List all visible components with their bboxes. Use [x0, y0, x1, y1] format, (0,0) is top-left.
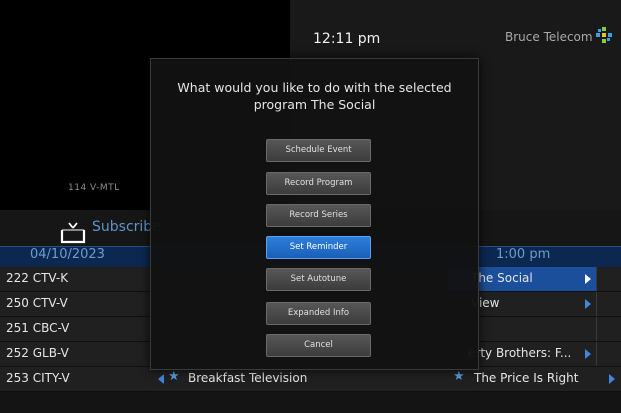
- program-title: erty Brothers: F...: [468, 346, 572, 360]
- chevron-right-icon[interactable]: [609, 374, 615, 384]
- clock: 12:11 pm: [313, 31, 381, 47]
- channel-label: 252 GLB-V: [6, 346, 69, 360]
- program-title: Breakfast Television: [188, 371, 308, 385]
- brand-name: Bruce Telecom: [505, 30, 593, 44]
- guide-date: 04/10/2023: [30, 247, 105, 262]
- divider: [596, 342, 597, 366]
- set-autotune-button[interactable]: Set Autotune: [266, 268, 371, 291]
- chevron-right-icon: [585, 299, 591, 309]
- program-title: The Social: [471, 271, 533, 285]
- cancel-button[interactable]: Cancel: [266, 334, 371, 357]
- star-icon: ★: [453, 369, 465, 384]
- chevron-left-icon[interactable]: [158, 374, 164, 384]
- dialog-title: What would you like to do with the selec…: [177, 80, 452, 112]
- tv-icon: [60, 222, 86, 244]
- guide-time-slot: 1:00 pm: [496, 247, 551, 262]
- brand-logo-icon: [596, 27, 612, 43]
- divider: [596, 317, 597, 341]
- channel-label: 250 CTV-V: [6, 296, 68, 310]
- set-reminder-button[interactable]: Set Reminder: [266, 236, 371, 259]
- program-title: The Price Is Right: [474, 371, 579, 385]
- channel-label: 251 CBC-V: [6, 321, 70, 335]
- expanded-info-button[interactable]: Expanded Info: [266, 302, 371, 325]
- divider: [596, 267, 597, 291]
- star-icon: ★: [168, 369, 180, 384]
- chevron-right-icon: [585, 349, 591, 359]
- channel-info: 114 V-MTL: [68, 183, 120, 193]
- schedule-event-button[interactable]: Schedule Event: [266, 139, 371, 162]
- channel-label: 253 CITY-V: [6, 371, 70, 385]
- channel-label: 222 CTV-K: [6, 271, 69, 285]
- chevron-right-icon: [585, 274, 591, 284]
- bottom-strip: [0, 394, 621, 413]
- divider: [596, 292, 597, 316]
- record-program-button[interactable]: Record Program: [266, 172, 371, 195]
- program-options-dialog: What would you like to do with the selec…: [150, 58, 479, 370]
- record-series-button[interactable]: Record Series: [266, 204, 371, 227]
- guide-row[interactable]: 253 CITY-V ★ Breakfast Television ★ The …: [0, 367, 621, 392]
